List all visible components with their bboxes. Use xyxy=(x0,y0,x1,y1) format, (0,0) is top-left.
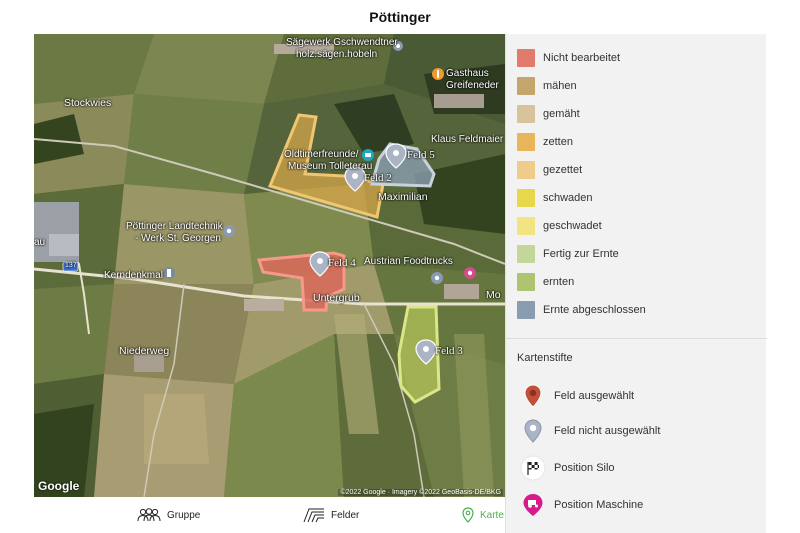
pin-legend-label: Position Silo xyxy=(554,462,615,474)
legend-label: zetten xyxy=(543,136,573,148)
map-pin-icon xyxy=(462,507,474,523)
pins-section-title: Kartenstifte xyxy=(517,352,573,364)
legend-label: Fertig zur Ernte xyxy=(543,248,619,260)
legend-item-ernte-abgeschlossen: Ernte abgeschlossen xyxy=(517,300,646,320)
tractor-pin-icon xyxy=(520,491,546,519)
map-label-kerndenkmal: Kerndenkmal xyxy=(104,270,163,281)
legend-label: schwaden xyxy=(543,192,593,204)
legend-swatch xyxy=(517,245,535,263)
poi-museum-icon xyxy=(362,149,374,161)
field-3-label[interactable]: Feld 3 xyxy=(435,345,463,357)
legend-swatch xyxy=(517,133,535,151)
legend-label: geschwadet xyxy=(543,220,602,232)
map-label-gasthaus: Gasthaus xyxy=(446,68,489,79)
checkered-flag-icon xyxy=(520,454,546,482)
field-5-label[interactable]: Feld 5 xyxy=(407,149,435,161)
map-label-museum: Museum Tolleterau xyxy=(288,161,373,172)
map-label-niederweg: Niederweg xyxy=(119,345,170,357)
pin-legend-label: Position Maschine xyxy=(554,499,644,511)
map-label-untergrub: Untergrub xyxy=(313,292,360,304)
pin-legend-label: Feld ausgewählt xyxy=(554,390,635,402)
pin-legend-unselected: Feld nicht ausgewählt xyxy=(520,417,660,445)
legend-item-zetten: zetten xyxy=(517,132,573,152)
legend-label: gemäht xyxy=(543,108,580,120)
map-label-mo: Mo xyxy=(486,289,501,301)
road-137-label: 137 xyxy=(65,262,77,269)
app-header: Pöttinger xyxy=(0,0,800,34)
legend-swatch xyxy=(517,301,535,319)
legend-label: gezettet xyxy=(543,164,583,176)
satellite-map[interactable]: Stockwies Sägewerk Gschwendtner holz.säg… xyxy=(34,34,505,497)
pin-selected-icon xyxy=(520,382,546,410)
legend-item-schwaden: schwaden xyxy=(517,188,593,208)
legend-swatch xyxy=(517,49,535,67)
tab-label: Karte xyxy=(480,509,504,521)
legend-swatch xyxy=(517,217,535,235)
legend-panel: Nicht bearbeitet mähen gemäht zetten gez… xyxy=(505,34,767,533)
legend-item-fertig-zur-ernte: Fertig zur Ernte xyxy=(517,244,619,264)
legend-label: Nicht bearbeitet xyxy=(543,52,621,64)
map-label-sagewerk: Sägewerk Gschwendtner xyxy=(286,37,398,48)
tab-felder[interactable]: Felder xyxy=(303,497,359,533)
legend-item-gezettet: gezettet xyxy=(517,160,582,180)
legend-item-gemaeht: gemäht xyxy=(517,104,580,124)
legend-swatch xyxy=(517,189,535,207)
field-4-label[interactable]: Feld 4 xyxy=(328,257,356,269)
tab-label: Felder xyxy=(331,509,360,521)
legend-label: Ernte abgeschlossen xyxy=(543,304,646,316)
page-title: Pöttinger xyxy=(369,9,431,25)
map-label-landtechnik: Pöttinger Landtechnik xyxy=(126,221,223,232)
map-label-sagewerk-sub: holz.sägen.hobeln xyxy=(296,49,378,60)
map-label-foodtrucks: Austrian Foodtrucks xyxy=(364,256,453,267)
map-label-oldtimer: Oldtimerfreunde/ xyxy=(284,149,359,160)
poi-pin-icon xyxy=(464,267,476,279)
legend-swatch xyxy=(517,105,535,123)
bottom-tab-bar: Gruppe Felder Karte xyxy=(34,497,505,533)
legend-swatch xyxy=(517,273,535,291)
tab-karte[interactable]: Karte xyxy=(462,497,504,533)
legend-item-geschwadet: geschwadet xyxy=(517,216,602,236)
pin-legend-maschine: Position Maschine xyxy=(520,491,643,519)
poi-landtechnik-icon xyxy=(223,225,235,237)
map-label-landtechnik-sub: - Werk St. Georgen xyxy=(135,233,221,244)
legend-label: ernten xyxy=(543,276,575,288)
pin-unselected-icon xyxy=(520,417,546,445)
legend-item-maehen: mähen xyxy=(517,76,577,96)
pin-legend-label: Feld nicht ausgewählt xyxy=(554,425,661,437)
field-2-label[interactable]: Feld 2 xyxy=(364,172,392,184)
poi-foodtrucks-icon xyxy=(431,272,443,284)
pin-legend-selected: Feld ausgewählt xyxy=(520,382,634,410)
pin-legend-silo: Position Silo xyxy=(520,454,615,482)
fields-icon xyxy=(303,508,324,523)
legend-item-nicht-bearbeitet: Nicht bearbeitet xyxy=(517,48,620,68)
google-logo: Google xyxy=(38,479,80,493)
legend-item-ernten: ernten xyxy=(517,272,574,292)
legend-label: mähen xyxy=(543,80,577,92)
legend-swatch xyxy=(517,77,535,95)
tab-label: Gruppe xyxy=(167,509,201,521)
poi-gasthaus-icon xyxy=(432,68,444,80)
tab-gruppe[interactable]: Gruppe xyxy=(137,497,200,533)
poi-kerndenkmal-icon xyxy=(163,267,175,279)
map-copyright[interactable]: ©2022 Google · Imagery ©2022 GeoBasis-DE… xyxy=(338,489,503,496)
legend-divider xyxy=(506,338,767,339)
group-icon xyxy=(137,508,161,522)
map-label-stockwies: Stockwies xyxy=(64,97,112,109)
map-label-au: au xyxy=(34,237,46,248)
legend-swatch xyxy=(517,161,535,179)
map-label-gasthaus-sub: Greifeneder xyxy=(446,80,499,91)
map-label-klaus: Klaus Feldmaier xyxy=(431,134,504,145)
map-label-maximilian: Maximilian xyxy=(378,191,428,203)
